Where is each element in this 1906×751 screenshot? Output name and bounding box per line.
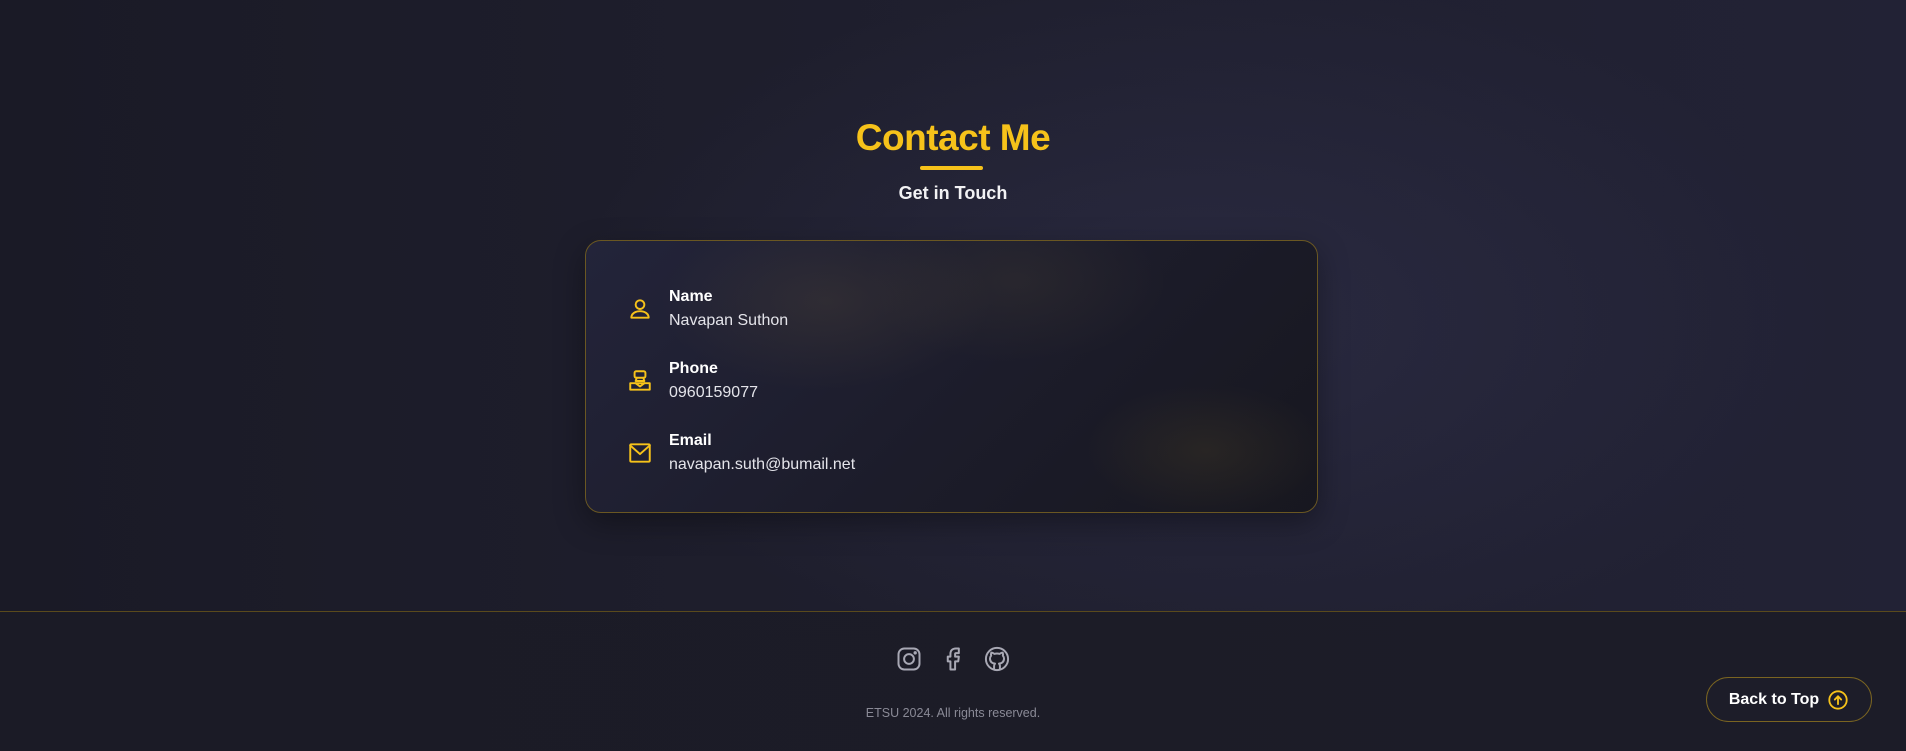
email-value: navapan.suth@bumail.net [669,456,856,473]
user-icon [626,295,654,323]
title-underline [920,166,983,170]
back-to-top-button[interactable]: Back to Top [1706,677,1872,722]
copyright-text: ETSU 2024. All rights reserved. [865,706,1041,720]
contact-section: Contact Me Get in Touch Name Navapan Sut… [0,0,1906,612]
instagram-icon [895,645,923,673]
page-subtitle: Get in Touch [898,183,1008,203]
facebook-icon [939,645,967,673]
contact-row-phone: Phone 0960159077 [626,358,758,404]
page-title: Contact Me [855,117,1051,158]
social-links [0,644,1906,674]
phone-value: 0960159077 [669,384,758,401]
name-label: Name [669,288,713,305]
contact-card: Name Navapan Suthon Phone 0960159077 Ema… [585,240,1318,513]
facebook-link[interactable] [939,644,967,674]
email-label: Email [669,432,712,449]
contact-row-email: Email navapan.suth@bumail.net [626,430,855,476]
footer [0,612,1906,751]
github-icon [983,645,1011,673]
back-to-top-label: Back to Top [1728,690,1820,708]
phone-label: Phone [669,360,718,377]
instagram-link[interactable] [895,644,923,674]
phone-icon [626,367,654,395]
name-value: Navapan Suthon [669,312,789,329]
contact-row-name: Name Navapan Suthon [626,286,788,332]
github-link[interactable] [983,644,1011,674]
arrow-up-circle-icon [1827,689,1849,711]
mail-icon [626,439,654,467]
